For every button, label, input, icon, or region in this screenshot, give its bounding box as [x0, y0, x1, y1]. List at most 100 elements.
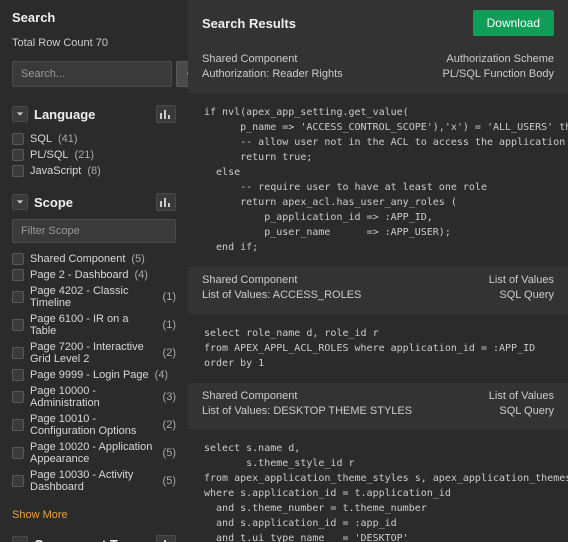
- facet-label: Page 9999 - Login Page: [30, 369, 149, 381]
- result-scope: Shared Component: [202, 52, 343, 67]
- facet-item[interactable]: Page 4202 - Classic Timeline (1): [12, 283, 176, 311]
- facet-title: Scope: [34, 195, 73, 210]
- facet-count: (3): [163, 391, 176, 403]
- facet-label: Page 6100 - IR on a Table: [30, 313, 157, 337]
- checkbox[interactable]: [12, 269, 24, 281]
- facet-label: Page 7200 - Interactive Grid Level 2: [30, 341, 157, 365]
- facet-label: JavaScript: [30, 165, 81, 177]
- result-type: List of Values: [489, 389, 554, 404]
- chart-button[interactable]: [156, 105, 176, 123]
- facet-item[interactable]: SQL (41): [12, 131, 176, 147]
- go-button[interactable]: Go: [176, 61, 188, 87]
- facet-header-component-type: Component Type: [12, 535, 176, 542]
- facet-item[interactable]: Page 10010 - Configuration Options (2): [12, 411, 176, 439]
- checkbox[interactable]: [12, 165, 24, 177]
- code-block[interactable]: select s.name d, s.theme_style_id r from…: [188, 429, 568, 542]
- result-lang: PL/SQL Function Body: [443, 67, 555, 82]
- sidebar-title: Search: [12, 10, 176, 25]
- main-panel: Search Results Download Shared Component…: [188, 0, 568, 542]
- facet-item[interactable]: Shared Component (5): [12, 251, 176, 267]
- facet-title: Language: [34, 107, 95, 122]
- checkbox[interactable]: [12, 447, 24, 459]
- checkbox[interactable]: [12, 149, 24, 161]
- checkbox[interactable]: [12, 319, 24, 331]
- facet-label: Shared Component: [30, 253, 125, 265]
- chart-button[interactable]: [156, 535, 176, 542]
- checkbox[interactable]: [12, 391, 24, 403]
- checkbox[interactable]: [12, 133, 24, 145]
- facet-list-scope: Shared Component (5) Page 2 - Dashboard …: [12, 251, 176, 495]
- row-count: Total Row Count 70: [12, 37, 176, 49]
- sidebar: Search Total Row Count 70 Go Language SQ…: [0, 0, 188, 542]
- show-more-link[interactable]: Show More: [12, 509, 176, 521]
- facet-count: (21): [75, 149, 95, 161]
- facet-item[interactable]: Page 6100 - IR on a Table (1): [12, 311, 176, 339]
- collapse-button[interactable]: [12, 194, 28, 210]
- collapse-button[interactable]: [12, 536, 28, 542]
- result-block: Shared Component List of Values: ACCESS_…: [188, 267, 568, 383]
- checkbox[interactable]: [12, 291, 24, 303]
- result-block: Shared Component Authorization: Reader R…: [188, 46, 568, 267]
- code-block[interactable]: if nvl(apex_app_setting.get_value( p_nam…: [188, 93, 568, 267]
- facet-count: (5): [131, 253, 144, 265]
- checkbox[interactable]: [12, 347, 24, 359]
- facet-item[interactable]: JavaScript (8): [12, 163, 176, 179]
- facet-count: (41): [58, 133, 78, 145]
- checkbox[interactable]: [12, 253, 24, 265]
- checkbox[interactable]: [12, 369, 24, 381]
- facet-list-language: SQL (41) PL/SQL (21) JavaScript (8): [12, 131, 176, 179]
- facet-count: (5): [163, 447, 176, 459]
- main-header: Search Results Download: [188, 0, 568, 46]
- result-lang: SQL Query: [489, 404, 554, 419]
- download-button[interactable]: Download: [473, 10, 554, 36]
- collapse-button[interactable]: [12, 106, 28, 122]
- facet-count: (5): [163, 475, 176, 487]
- facet-label: Page 4202 - Classic Timeline: [30, 285, 157, 309]
- result-scope: Shared Component: [202, 273, 361, 288]
- result-block: Shared Component List of Values: DESKTOP…: [188, 383, 568, 542]
- result-type: Authorization Scheme: [443, 52, 555, 67]
- facet-item[interactable]: Page 2 - Dashboard (4): [12, 267, 176, 283]
- checkbox[interactable]: [12, 419, 24, 431]
- facet-item[interactable]: Page 10000 - Administration (3): [12, 383, 176, 411]
- result-type: List of Values: [489, 273, 554, 288]
- facet-label: Page 10000 - Administration: [30, 385, 157, 409]
- facet-label: Page 10010 - Configuration Options: [30, 413, 157, 437]
- results-title: Search Results: [202, 16, 296, 31]
- facet-item[interactable]: Page 10030 - Activity Dashboard (5): [12, 467, 176, 495]
- result-name: Authorization: Reader Rights: [202, 67, 343, 82]
- result-scope: Shared Component: [202, 389, 412, 404]
- facet-label: SQL: [30, 133, 52, 145]
- facet-count: (8): [87, 165, 100, 177]
- facet-count: (2): [163, 419, 176, 431]
- code-block[interactable]: select role_name d, role_id r from APEX_…: [188, 314, 568, 383]
- bar-chart-icon: [160, 109, 172, 119]
- facet-count: (4): [134, 269, 147, 281]
- facet-header-language: Language: [12, 105, 176, 123]
- facet-item[interactable]: PL/SQL (21): [12, 147, 176, 163]
- chevron-down-icon: [16, 198, 24, 206]
- facet-label: Page 2 - Dashboard: [30, 269, 128, 281]
- result-lang: SQL Query: [489, 288, 554, 303]
- facet-label: Page 10020 - Application Appearance: [30, 441, 157, 465]
- facet-count: (1): [163, 291, 176, 303]
- result-meta: Shared Component Authorization: Reader R…: [188, 46, 568, 93]
- facet-item[interactable]: Page 9999 - Login Page (4): [12, 367, 176, 383]
- chart-button[interactable]: [156, 193, 176, 211]
- chevron-down-icon: [16, 110, 24, 118]
- facet-count: (1): [163, 319, 176, 331]
- facet-title: Component Type: [34, 537, 139, 542]
- facet-item[interactable]: Page 10020 - Application Appearance (5): [12, 439, 176, 467]
- facet-label: Page 10030 - Activity Dashboard: [30, 469, 157, 493]
- search-row: Go: [12, 61, 176, 87]
- filter-scope-input[interactable]: [12, 219, 176, 243]
- facet-item[interactable]: Page 7200 - Interactive Grid Level 2 (2): [12, 339, 176, 367]
- search-input[interactable]: [12, 61, 172, 87]
- facet-count: (2): [163, 347, 176, 359]
- facet-label: PL/SQL: [30, 149, 69, 161]
- checkbox[interactable]: [12, 475, 24, 487]
- result-name: List of Values: ACCESS_ROLES: [202, 288, 361, 303]
- result-meta: Shared Component List of Values: DESKTOP…: [188, 383, 568, 430]
- result-name: List of Values: DESKTOP THEME STYLES: [202, 404, 412, 419]
- result-meta: Shared Component List of Values: ACCESS_…: [188, 267, 568, 314]
